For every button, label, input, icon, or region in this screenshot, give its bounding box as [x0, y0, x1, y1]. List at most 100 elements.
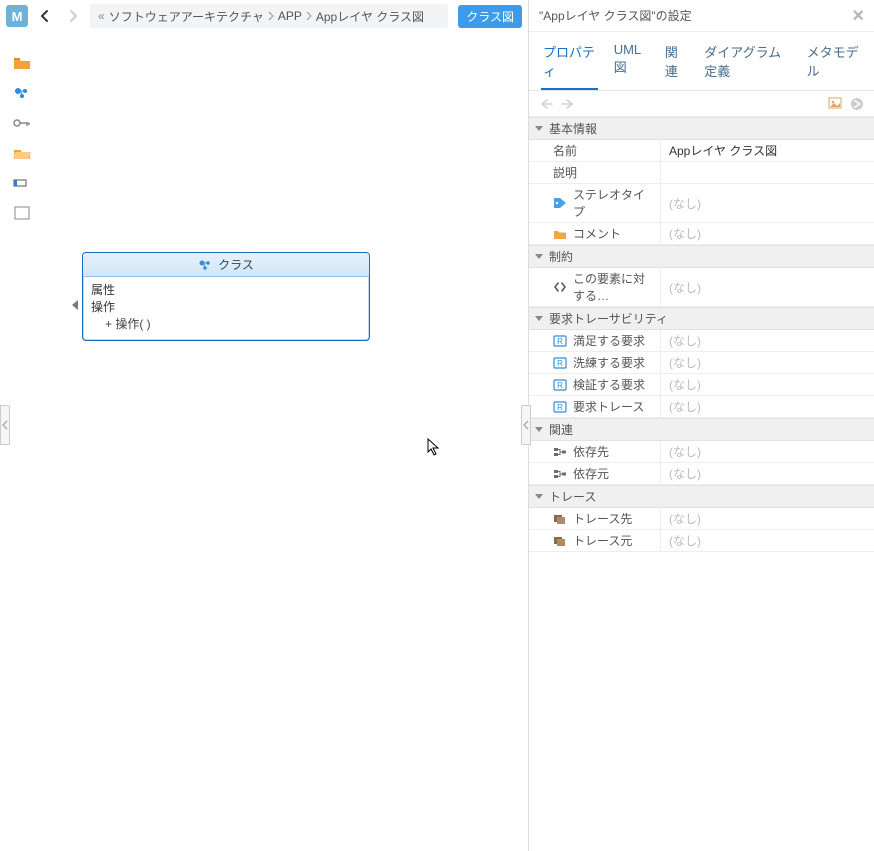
property-group-header[interactable]: トレース [529, 485, 874, 508]
property-label-text: コメント [573, 225, 621, 242]
svg-text:R: R [557, 337, 563, 346]
property-group-header[interactable]: 基本情報 [529, 117, 874, 140]
property-row[interactable]: 依存元 (なし) [529, 463, 874, 485]
collapse-caret-icon[interactable] [72, 300, 78, 310]
trace-icon [553, 534, 567, 548]
req-icon: R [553, 378, 567, 392]
class-op-section-label: 操作 [91, 298, 361, 315]
property-value[interactable]: (なし) [661, 530, 874, 551]
left-panel-toggle[interactable] [0, 405, 10, 445]
property-label: R 洗練する要求 [529, 352, 661, 373]
tab-metamodel[interactable]: メタモデル [805, 38, 862, 90]
breadcrumb-sep-icon [306, 11, 312, 21]
property-label: R 検証する要求 [529, 374, 661, 395]
svg-text:R: R [557, 381, 563, 390]
property-group-header[interactable]: 制約 [529, 245, 874, 268]
prop-nav-back-icon[interactable] [539, 98, 553, 110]
nav-back-button[interactable] [34, 5, 56, 27]
properties-close-button[interactable]: × [852, 6, 864, 26]
property-row[interactable]: R 検証する要求 (なし) [529, 374, 874, 396]
property-label-text: 要求トレース [573, 398, 644, 415]
property-label-text: 依存先 [573, 443, 609, 460]
prop-nav-fwd-icon[interactable] [561, 98, 575, 110]
property-label-text: 依存元 [573, 465, 609, 482]
property-value[interactable]: (なし) [661, 441, 874, 462]
property-label: R 満足する要求 [529, 330, 661, 351]
property-label: R 要求トレース [529, 396, 661, 417]
breadcrumb[interactable]: « ソフトウェアアーキテクチャ APP Appレイヤ クラス図 [90, 4, 448, 28]
property-label-text: 洗練する要求 [573, 354, 645, 371]
property-row[interactable]: 依存先 (なし) [529, 441, 874, 463]
property-group-header[interactable]: 要求トレーサビリティ [529, 307, 874, 330]
property-row[interactable]: R 洗練する要求 (なし) [529, 352, 874, 374]
breadcrumb-item-1[interactable]: APP [278, 9, 302, 23]
property-row[interactable]: トレース元(なし) [529, 530, 874, 552]
property-row[interactable]: ステレオタイプ(なし) [529, 184, 874, 223]
svg-text:R: R [557, 403, 563, 412]
property-value[interactable]: (なし) [661, 463, 874, 484]
property-value[interactable]: (なし) [661, 223, 874, 244]
property-row[interactable]: 説明 [529, 162, 874, 184]
diagram-type-badge[interactable]: クラス図 [458, 5, 522, 28]
property-value[interactable]: (なし) [661, 352, 874, 373]
property-group-header[interactable]: 関連 [529, 418, 874, 441]
property-label: 依存元 [529, 463, 661, 484]
req-icon: R [553, 334, 567, 348]
diagram-canvas[interactable]: クラス 属性 操作 + 操作( ) [0, 32, 528, 851]
prop-goto-icon[interactable] [850, 97, 864, 111]
tab-diagram-def[interactable]: ダイアグラム定義 [702, 38, 790, 90]
property-value[interactable]: Appレイヤ クラス図 [661, 140, 874, 161]
class-attr-section-label: 属性 [91, 281, 361, 298]
tab-related[interactable]: 関連 [663, 38, 688, 90]
property-label-text: 名前 [553, 142, 577, 159]
property-label-text: 満足する要求 [573, 332, 645, 349]
req-icon: R [553, 400, 567, 414]
property-label: 名前 [529, 140, 661, 161]
property-label-text: 検証する要求 [573, 376, 645, 393]
mouse-cursor-icon [427, 438, 441, 456]
property-value[interactable]: (なし) [661, 277, 874, 298]
property-label: 説明 [529, 162, 661, 183]
class-node-title: クラス [218, 256, 254, 273]
tab-uml[interactable]: UML図 [612, 38, 649, 90]
property-value[interactable]: (なし) [661, 374, 874, 395]
nav-forward-button[interactable] [62, 5, 84, 27]
breadcrumb-sep-icon [268, 11, 274, 21]
property-value[interactable]: (なし) [661, 508, 874, 529]
property-label: ステレオタイプ [529, 184, 661, 222]
property-label-text: この要素に対する… [573, 270, 656, 304]
property-label: トレース元 [529, 530, 661, 551]
class-node-body[interactable]: 属性 操作 + 操作( ) [83, 277, 369, 340]
class-operation-item[interactable]: + 操作( ) [91, 315, 361, 332]
property-value[interactable]: (なし) [661, 330, 874, 351]
property-value[interactable] [661, 171, 874, 175]
dep-icon [553, 467, 567, 481]
property-group-title: 基本情報 [549, 120, 597, 137]
code-icon [553, 280, 567, 294]
property-row[interactable]: R 要求トレース (なし) [529, 396, 874, 418]
property-row[interactable]: コメント (なし) [529, 223, 874, 245]
prop-image-icon[interactable] [828, 97, 842, 111]
topbar: M « ソフトウェアアーキテクチャ APP Appレイヤ クラス図 クラス図 [0, 0, 528, 32]
class-node-header[interactable]: クラス [83, 253, 369, 277]
property-row[interactable]: トレース先(なし) [529, 508, 874, 530]
breadcrumb-item-2[interactable]: Appレイヤ クラス図 [316, 8, 424, 25]
req-icon: R [553, 356, 567, 370]
property-label-text: 説明 [553, 164, 577, 181]
property-label-text: ステレオタイプ [573, 186, 656, 220]
property-row[interactable]: 名前 Appレイヤ クラス図 [529, 140, 874, 162]
folder-icon [553, 227, 567, 241]
right-panel-toggle[interactable] [521, 405, 531, 445]
property-value[interactable]: (なし) [661, 396, 874, 417]
breadcrumb-item-0[interactable]: ソフトウェアアーキテクチャ [109, 8, 264, 25]
class-node[interactable]: クラス 属性 操作 + 操作( ) [82, 252, 370, 341]
property-label: 依存先 [529, 441, 661, 462]
breadcrumb-more-icon[interactable]: « [98, 9, 105, 23]
svg-text:R: R [557, 359, 563, 368]
home-button[interactable]: M [6, 5, 28, 27]
property-group-title: 関連 [549, 421, 573, 438]
property-row[interactable]: R 満足する要求 (なし) [529, 330, 874, 352]
property-value[interactable]: (なし) [661, 193, 874, 214]
property-row[interactable]: この要素に対する…(なし) [529, 268, 874, 307]
tab-property[interactable]: プロパティ [541, 38, 598, 90]
